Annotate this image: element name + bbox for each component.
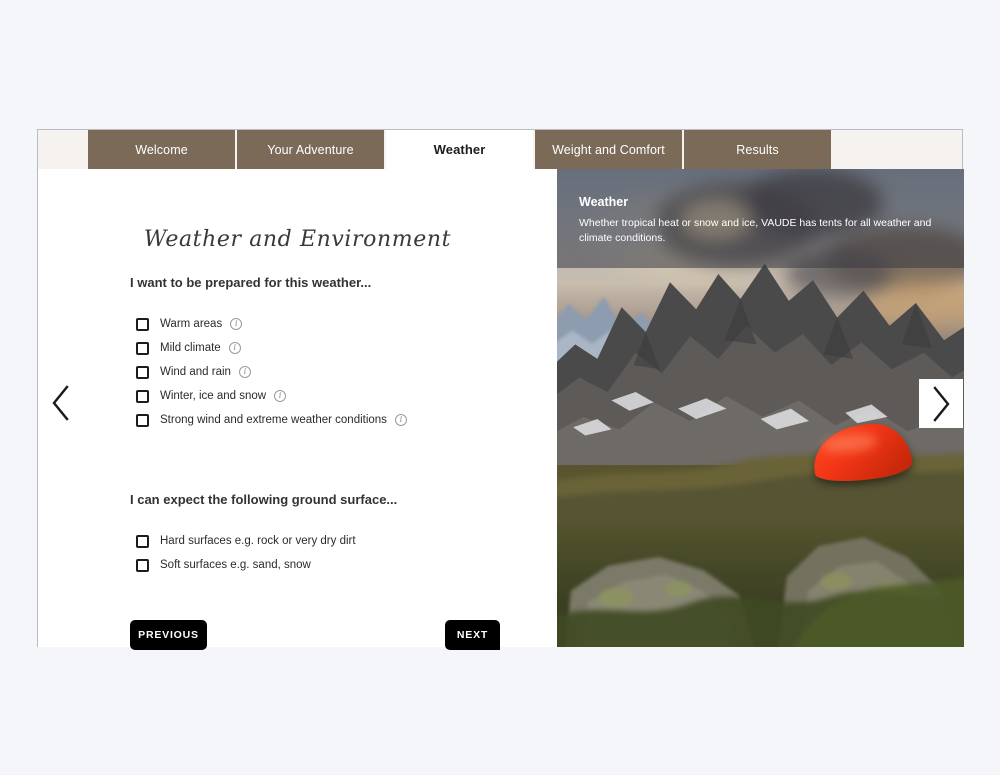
checkbox-label-wind-and-rain: Wind and rain bbox=[160, 366, 231, 378]
checkbox-label-soft-surfaces: Soft surfaces e.g. sand, snow bbox=[160, 559, 311, 571]
checkbox-label-strong-wind-extreme: Strong wind and extreme weather conditio… bbox=[160, 414, 387, 426]
checkbox-row-strong-wind-extreme[interactable]: Strong wind and extreme weather conditio… bbox=[136, 408, 407, 432]
panel-text-overlay: Weather Whether tropical heat or snow an… bbox=[557, 169, 964, 268]
checkbox-label-warm-areas: Warm areas bbox=[160, 318, 223, 330]
tab-weight-and-comfort[interactable]: Weight and Comfort bbox=[535, 130, 682, 169]
ground-section-heading: I can expect the following ground surfac… bbox=[130, 492, 398, 507]
image-pane: Weather Whether tropical heat or snow an… bbox=[557, 169, 964, 647]
ground-option-list: Hard surfaces e.g. rock or very dry dirt… bbox=[136, 529, 356, 577]
checkbox-wind-and-rain[interactable] bbox=[136, 365, 149, 379]
next-button[interactable]: NEXT bbox=[445, 620, 500, 650]
info-icon-wind-and-rain[interactable]: i bbox=[238, 366, 251, 378]
carousel-next-arrow[interactable] bbox=[919, 379, 963, 428]
weather-section-heading: I want to be prepared for this weather..… bbox=[130, 275, 372, 290]
form-pane: Weather and Environment I want to be pre… bbox=[38, 169, 557, 650]
checkbox-row-mild-climate[interactable]: Mild climate i bbox=[136, 336, 407, 360]
tab-results-label: Results bbox=[736, 142, 779, 157]
checkbox-winter-ice-and-snow[interactable] bbox=[136, 389, 149, 403]
panel-description: Whether tropical heat or snow and ice, V… bbox=[579, 217, 932, 245]
checkbox-label-mild-climate: Mild climate bbox=[160, 342, 221, 354]
checkbox-row-winter-ice-and-snow[interactable]: Winter, ice and snow i bbox=[136, 384, 407, 408]
tab-bar-left-spacer bbox=[38, 130, 88, 169]
previous-button[interactable]: PREVIOUS bbox=[130, 620, 207, 650]
checkbox-mild-climate[interactable] bbox=[136, 341, 149, 355]
tab-welcome-label: Welcome bbox=[135, 142, 188, 157]
tab-weight-and-comfort-label: Weight and Comfort bbox=[552, 142, 665, 157]
foreground-grass bbox=[557, 576, 964, 647]
next-button-label: NEXT bbox=[456, 629, 489, 641]
mountain-tent-photo: Weather Whether tropical heat or snow an… bbox=[557, 169, 964, 647]
panel-title: Weather bbox=[579, 195, 629, 209]
carousel-previous-arrow[interactable] bbox=[46, 381, 76, 425]
tab-weather-label: Weather bbox=[433, 142, 486, 157]
tab-results[interactable]: Results bbox=[684, 130, 831, 169]
checkbox-strong-wind-extreme[interactable] bbox=[136, 413, 149, 427]
checkbox-soft-surfaces[interactable] bbox=[136, 558, 149, 572]
checkbox-row-wind-and-rain[interactable]: Wind and rain i bbox=[136, 360, 407, 384]
checkbox-hard-surfaces[interactable] bbox=[136, 534, 149, 548]
info-icon-warm-areas[interactable]: i bbox=[230, 318, 243, 330]
page-title: Weather and Environment bbox=[143, 227, 452, 252]
tab-welcome[interactable]: Welcome bbox=[88, 130, 235, 169]
wizard-tab-bar: Welcome Your Adventure Weather Weight an… bbox=[38, 130, 962, 169]
checkbox-warm-areas[interactable] bbox=[136, 317, 149, 331]
checkbox-row-warm-areas[interactable]: Warm areas i bbox=[136, 312, 407, 336]
tab-your-adventure[interactable]: Your Adventure bbox=[237, 130, 384, 169]
checkbox-label-winter-ice-and-snow: Winter, ice and snow bbox=[160, 390, 267, 402]
weather-option-list: Warm areas i Mild climate i Wind and rai… bbox=[136, 312, 407, 432]
tab-weather[interactable]: Weather bbox=[386, 130, 533, 169]
info-icon-winter-ice-and-snow[interactable]: i bbox=[274, 390, 287, 402]
previous-button-label: PREVIOUS bbox=[138, 629, 199, 641]
chevron-right-icon bbox=[933, 385, 950, 422]
checkbox-label-hard-surfaces: Hard surfaces e.g. rock or very dry dirt bbox=[160, 535, 356, 547]
tab-your-adventure-label: Your Adventure bbox=[267, 142, 354, 157]
wizard-card: Welcome Your Adventure Weather Weight an… bbox=[37, 129, 964, 650]
checkbox-row-hard-surfaces[interactable]: Hard surfaces e.g. rock or very dry dirt bbox=[136, 529, 356, 553]
chevron-left-icon bbox=[52, 385, 69, 421]
checkbox-row-soft-surfaces[interactable]: Soft surfaces e.g. sand, snow bbox=[136, 553, 356, 577]
info-icon-mild-climate[interactable]: i bbox=[228, 342, 241, 354]
info-icon-strong-wind-extreme[interactable]: i bbox=[394, 414, 407, 426]
